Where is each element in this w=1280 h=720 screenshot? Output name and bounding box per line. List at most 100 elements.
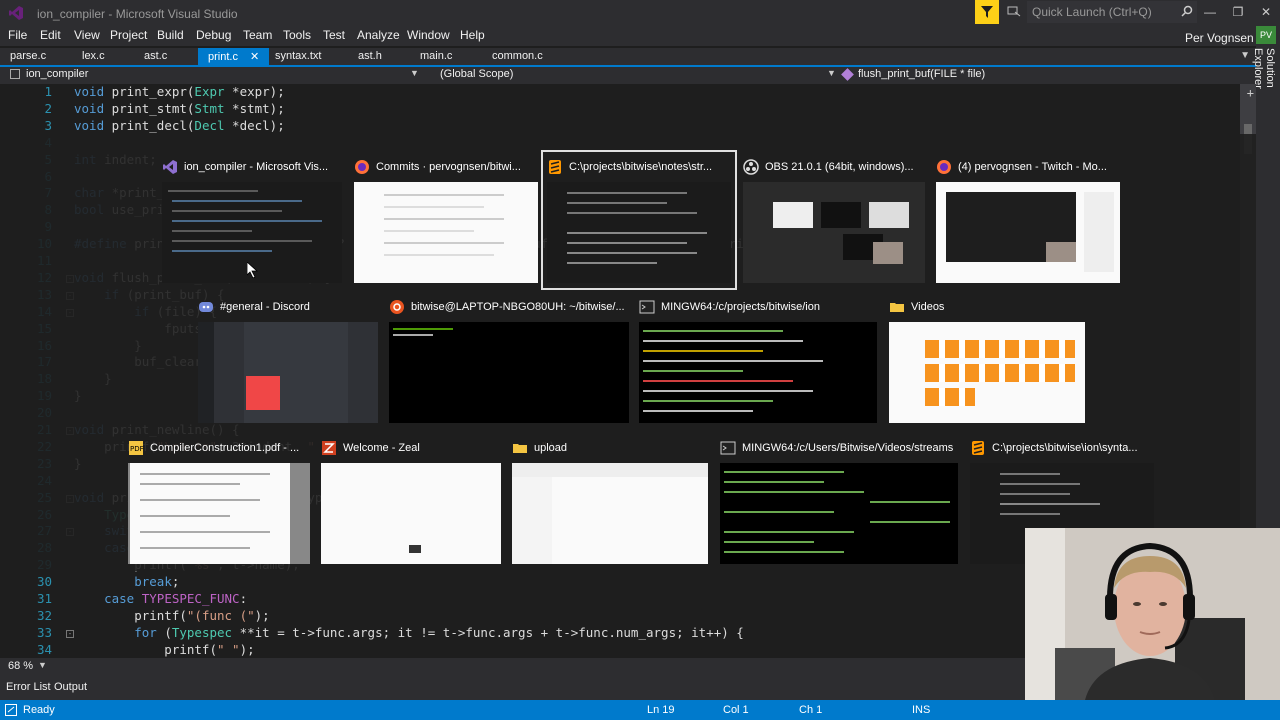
window-thumbnail-discord[interactable]: #general - Discord bbox=[198, 296, 378, 424]
quick-launch-input[interactable]: Quick Launch (Ctrl+Q) bbox=[1027, 1, 1197, 23]
menu-view[interactable]: View bbox=[74, 28, 100, 42]
chevron-down-icon: ▼ bbox=[410, 68, 419, 78]
line-number: 3 bbox=[44, 117, 52, 133]
scope-dropdown[interactable]: (Global Scope) bbox=[420, 68, 836, 83]
menu-window[interactable]: Window bbox=[407, 28, 450, 42]
menu-debug[interactable]: Debug bbox=[196, 28, 231, 42]
mouse-cursor-icon bbox=[247, 262, 259, 278]
window-thumbnail-firefox-commits[interactable]: Commits · pervognsen/bitwi... bbox=[354, 156, 538, 284]
menu-test[interactable]: Test bbox=[323, 28, 345, 42]
code-text: for (Typespec **it = t->func.args; it !=… bbox=[134, 624, 744, 640]
status-insert-mode: INS bbox=[912, 704, 931, 716]
line-number: 1 bbox=[44, 84, 52, 99]
menu-team[interactable]: Team bbox=[243, 28, 272, 42]
thumbnail-preview bbox=[321, 463, 501, 564]
menu-file[interactable]: File bbox=[8, 28, 27, 42]
webcam-overlay bbox=[1025, 528, 1280, 700]
thumbnail-preview bbox=[720, 463, 958, 564]
window-thumbnail-obs[interactable]: OBS 21.0.1 (64bit, windows)... bbox=[743, 156, 925, 284]
search-icon bbox=[1181, 5, 1193, 17]
code-text: case TYPESPEC_FUNC: bbox=[104, 591, 248, 606]
window-thumbnail-firefox-twitch[interactable]: (4) pervognsen - Twitch - Mo... bbox=[936, 156, 1120, 284]
thumbnail-preview bbox=[889, 322, 1085, 423]
chevron-down-icon: ▼ bbox=[827, 68, 836, 78]
close-window-button[interactable]: ✕ bbox=[1252, 0, 1280, 24]
window-thumbnail-sublime-notes[interactable]: C:\projects\bitwise\notes\str... bbox=[541, 150, 737, 290]
thumbnail-preview bbox=[389, 322, 629, 423]
visual-studio-logo-icon bbox=[9, 6, 23, 20]
menu-help[interactable]: Help bbox=[460, 28, 485, 42]
tab-overflow-chevron-icon[interactable]: ▼ bbox=[1240, 50, 1250, 61]
minimize-button[interactable]: — bbox=[1196, 0, 1224, 24]
solution-explorer-tab[interactable]: Solution Explorer bbox=[1252, 48, 1276, 128]
window-thumbnail-videos-folder[interactable]: Videos bbox=[889, 296, 1085, 424]
thumbnail-preview bbox=[512, 463, 708, 564]
line-number: 33 bbox=[36, 624, 52, 640]
live-share-icon[interactable] bbox=[1006, 4, 1022, 20]
menu-project[interactable]: Project bbox=[110, 28, 147, 42]
window-title: ion_compiler - Microsoft Visual Studio bbox=[37, 7, 238, 21]
menu-build[interactable]: Build bbox=[157, 28, 184, 42]
window-thumbnail-mingw-streams[interactable]: MINGW64:/c/Users/Bitwise/Videos/streams bbox=[720, 437, 958, 565]
window-thumbnail-pdf[interactable]: PDF CompilerConstruction1.pdf - ... bbox=[128, 437, 310, 565]
code-line[interactable]: 3 void print_decl(Decl *decl); bbox=[0, 118, 1240, 135]
status-line: Ln 19 bbox=[647, 704, 675, 716]
close-tab-icon[interactable]: ✕ bbox=[250, 51, 259, 63]
line-number: 34 bbox=[36, 641, 52, 657]
maximize-button[interactable]: ❐ bbox=[1224, 0, 1252, 24]
feedback-filter-button[interactable] bbox=[975, 0, 999, 24]
window-thumbnail-upload-folder[interactable]: upload bbox=[512, 437, 708, 565]
member-dropdown[interactable]: flush_print_buf(FILE * file) bbox=[838, 68, 1254, 83]
line-number: 31 bbox=[36, 591, 52, 606]
tab-syntax-txt[interactable]: syntax.txt bbox=[265, 48, 331, 65]
code-text: printf("(func ("); bbox=[74, 607, 270, 623]
tab-lex-c[interactable]: lex.c bbox=[72, 48, 115, 65]
line-number: 32 bbox=[36, 607, 52, 623]
window-thumbnail-mingw-ion[interactable]: MINGW64:/c/projects/bitwise/ion bbox=[639, 296, 877, 424]
code-line[interactable]: 1 void print_expr(Expr *expr); bbox=[0, 84, 1240, 101]
project-dropdown[interactable]: ion_compiler bbox=[6, 68, 422, 83]
menu-tools[interactable]: Tools bbox=[283, 28, 311, 42]
code-text: printf(" "); bbox=[74, 641, 255, 657]
zoom-level-dropdown[interactable]: 68 % bbox=[8, 660, 33, 672]
status-char: Ch 1 bbox=[799, 704, 823, 716]
title-bar: ion_compiler - Microsoft Visual Studio Q… bbox=[0, 0, 1280, 26]
tab-common-c[interactable]: common.c bbox=[482, 48, 553, 65]
code-text: void print_expr(Expr *expr); bbox=[74, 84, 285, 99]
tab-parse-c[interactable]: parse.c bbox=[0, 48, 56, 65]
split-editor-icon[interactable]: + bbox=[1247, 86, 1254, 100]
window-thumbnail-zeal[interactable]: Welcome - Zeal bbox=[321, 437, 501, 565]
avatar[interactable]: PV bbox=[1256, 26, 1276, 44]
menu-bar: File Edit View Project Build Debug Team … bbox=[0, 26, 1280, 46]
webcam-person-image bbox=[1025, 528, 1280, 700]
method-icon bbox=[841, 68, 854, 81]
code-line[interactable]: 2 void print_stmt(Stmt *stmt); bbox=[0, 101, 1240, 118]
code-text: void print_stmt(Stmt *stmt); bbox=[74, 100, 285, 116]
menu-analyze[interactable]: Analyze bbox=[357, 28, 400, 42]
funnel-icon bbox=[981, 6, 993, 18]
document-tab-bar: parse.c lex.c ast.c print.c ✕ syntax.txt … bbox=[0, 48, 1256, 65]
navigation-bar: ion_compiler ▼ (Global Scope) ▼ flush_pr… bbox=[0, 67, 1256, 84]
status-icon bbox=[5, 704, 17, 716]
chevron-down-icon: ▼ bbox=[38, 660, 47, 670]
tab-output[interactable]: Output bbox=[54, 681, 87, 693]
task-switcher-overlay: ion_compiler - Microsoft Vis... Commits … bbox=[0, 134, 1256, 571]
tab-print-c[interactable]: print.c ✕ bbox=[198, 48, 270, 65]
thumbnail-preview bbox=[936, 182, 1120, 283]
line-number: 30 bbox=[36, 574, 52, 590]
thumbnail-preview bbox=[743, 182, 925, 283]
menu-edit[interactable]: Edit bbox=[40, 28, 61, 42]
thumbnail-preview bbox=[128, 463, 310, 564]
tab-ast-h[interactable]: ast.h bbox=[348, 48, 392, 65]
thumbnail-preview bbox=[198, 322, 378, 423]
thumbnail-preview bbox=[639, 322, 877, 423]
tab-main-c[interactable]: main.c bbox=[410, 48, 462, 65]
code-text: break; bbox=[134, 574, 180, 590]
tab-ast-c[interactable]: ast.c bbox=[134, 48, 177, 65]
tab-error-list[interactable]: Error List bbox=[6, 681, 51, 693]
fold-toggle-icon[interactable]: - bbox=[66, 629, 74, 638]
window-thumbnail-ubuntu-terminal[interactable]: bitwise@LAPTOP-NBGO80UH: ~/bitwise/... bbox=[389, 296, 629, 424]
thumbnail-preview bbox=[354, 182, 538, 283]
signed-in-user[interactable]: Per Vognsen bbox=[1185, 31, 1254, 45]
status-column: Col 1 bbox=[723, 704, 749, 716]
